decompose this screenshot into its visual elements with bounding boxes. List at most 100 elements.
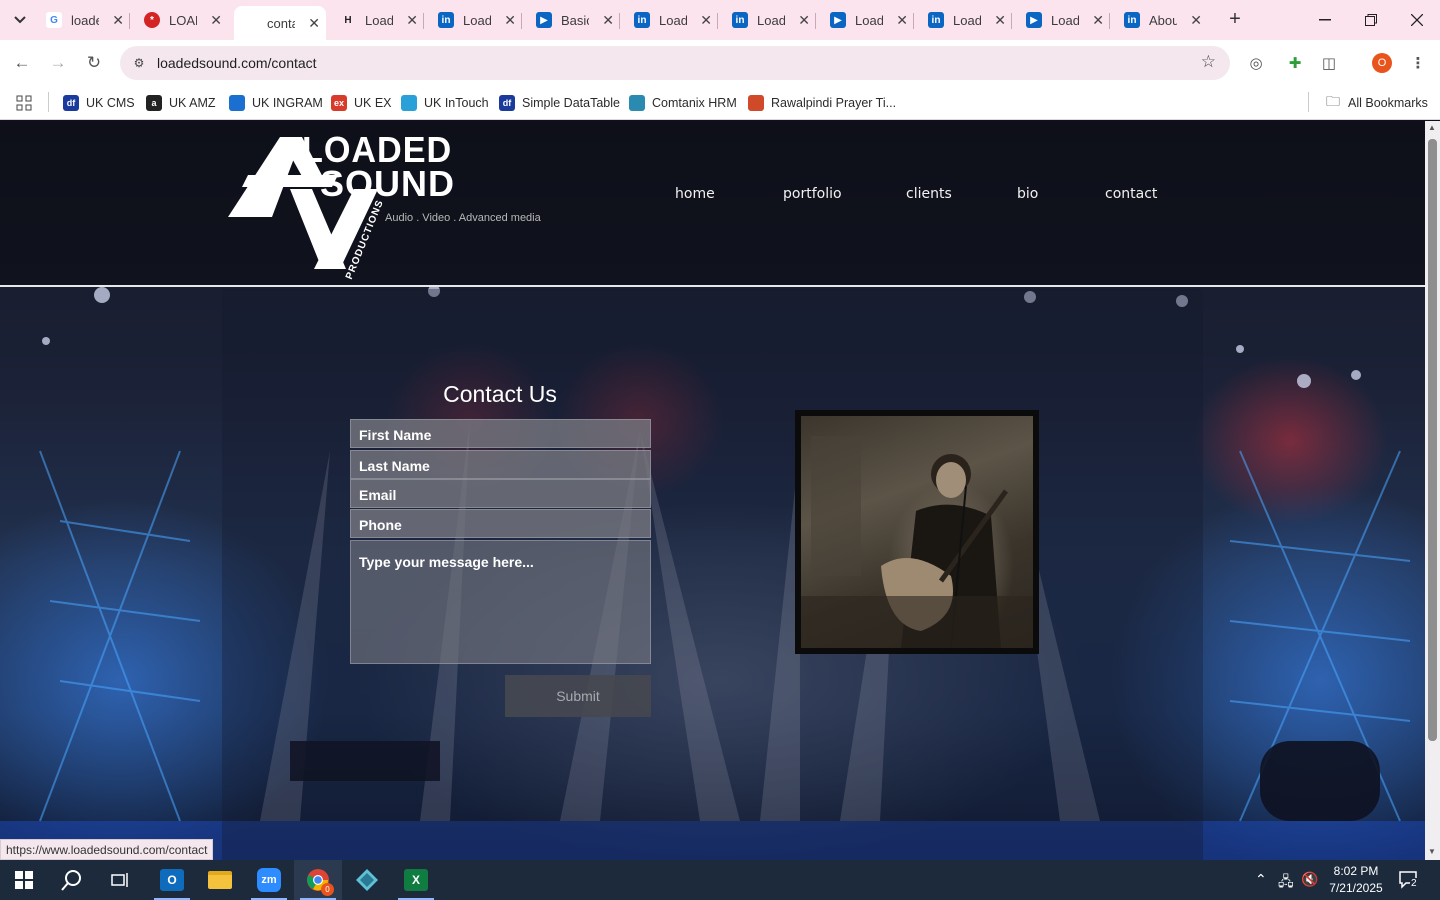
clock-time: 8:02 PM (1333, 864, 1379, 878)
bookmark-star-icon[interactable]: ☆ (1201, 52, 1216, 72)
close-window-button[interactable] (1394, 0, 1440, 40)
tab-close-icon[interactable]: ✕ (896, 12, 908, 29)
bookmark-item[interactable]: df Simple DataTable (499, 92, 620, 114)
ex-icon: ex (331, 95, 347, 111)
taskbar-app-diamond[interactable] (343, 860, 391, 900)
back-button[interactable]: ← (9, 50, 35, 76)
tab-close-icon[interactable]: ✕ (406, 12, 418, 29)
email-field[interactable]: Email (350, 479, 651, 508)
tab-close-icon[interactable]: ✕ (210, 12, 222, 29)
site-info-icon[interactable]: ⚙ (130, 54, 148, 72)
bookmark-label: UK EX (354, 96, 392, 110)
tab-close-icon[interactable]: ✕ (1190, 12, 1202, 29)
tab-close-icon[interactable]: ✕ (994, 12, 1006, 29)
profile-avatar[interactable]: O (1372, 53, 1392, 73)
browser-tab[interactable]: in Loade ✕ (920, 6, 1012, 34)
tab-title: Loade (1051, 12, 1079, 28)
nav-contact[interactable]: contact (1105, 186, 1157, 202)
logo-tagline: Audio . Video . Advanced media (385, 212, 541, 224)
web-page: LOADED SOUND Audio . Video . Advanced me… (0, 121, 1425, 860)
tab-separator (815, 13, 816, 29)
taskbar-chrome[interactable]: 0 (294, 860, 342, 900)
tab-close-icon[interactable]: ✕ (602, 12, 614, 29)
bookmark-item[interactable]: Rawalpindi Prayer Ti... (748, 92, 896, 114)
translate-icon[interactable]: ◎ (1245, 52, 1267, 74)
notifications-button[interactable]: 2 (1398, 869, 1418, 892)
first-name-field[interactable]: First Name (350, 419, 651, 448)
bookmark-item[interactable]: Comtanix HRM (629, 92, 737, 114)
nav-clients[interactable]: clients (906, 186, 952, 202)
phone-field[interactable]: Phone (350, 509, 651, 538)
minimize-button[interactable] (1302, 0, 1348, 40)
browser-tab[interactable]: ▶ Basic ✕ (528, 6, 620, 34)
browser-tab[interactable]: in Loade ✕ (430, 6, 522, 34)
scroll-up-icon[interactable]: ▲ (1428, 123, 1436, 132)
scrollbar-thumb[interactable] (1428, 139, 1437, 741)
excel-icon: X (404, 869, 428, 891)
chevron-down-icon (14, 16, 26, 24)
browser-tab[interactable]: in Abou ✕ (1116, 6, 1208, 34)
browser-tab[interactable]: in Loade ✕ (724, 6, 816, 34)
page-scrollbar[interactable]: ▲ ▼ (1425, 121, 1440, 860)
last-name-field[interactable]: Last Name (350, 450, 651, 479)
address-url[interactable]: loadedsound.com/contact (157, 55, 317, 71)
taskbar-file-explorer[interactable] (196, 860, 244, 900)
message-textarea[interactable]: Type your message here... (350, 540, 651, 664)
start-button[interactable] (0, 860, 48, 900)
chrome-badge: 0 (321, 883, 334, 896)
taskbar-clock[interactable]: 8:02 PM 7/21/2025 (1318, 863, 1394, 897)
address-bar[interactable]: ⚙ loadedsound.com/contact ☆ (120, 46, 1230, 80)
new-tab-button[interactable]: + (1224, 8, 1246, 30)
tab-separator (1109, 13, 1110, 29)
prayer-icon (748, 95, 764, 111)
bookmarks-bar: df UK CMS a UK AMZ UK INGRAM ex UK EX UK InTouc… (0, 86, 1440, 120)
nav-bio[interactable]: bio (1017, 186, 1038, 202)
taskbar-search[interactable] (48, 860, 96, 900)
browser-tab[interactable]: Gloade ✕ (38, 6, 130, 34)
bookmark-item[interactable]: UK InTouch (401, 92, 489, 114)
forward-button[interactable]: → (45, 50, 71, 76)
nav-portfolio[interactable]: portfolio (783, 186, 842, 202)
submit-button[interactable]: Submit (505, 675, 651, 717)
scroll-down-icon[interactable]: ▼ (1428, 847, 1436, 856)
bookmark-item[interactable]: df UK CMS (63, 92, 135, 114)
apps-grid-icon (16, 95, 32, 111)
reload-button[interactable]: ↻ (81, 50, 107, 76)
tab-close-icon[interactable]: ✕ (112, 12, 124, 29)
tab-search-button[interactable] (6, 7, 34, 33)
notification-count: 2 (1410, 878, 1418, 889)
tab-title: Loade (757, 12, 785, 28)
browser-tab[interactable]: H Loade ✕ (332, 6, 424, 34)
tab-close-icon[interactable]: ✕ (798, 12, 810, 29)
tray-chevron-up-icon[interactable]: ⌃ (1255, 871, 1267, 888)
restore-button[interactable] (1348, 0, 1394, 40)
task-view-button[interactable] (96, 860, 144, 900)
taskbar-zoom[interactable]: zm (245, 860, 293, 900)
browser-tab[interactable]: ▶ Loade ✕ (1018, 6, 1110, 34)
site-logo[interactable]: LOADED SOUND Audio . Video . Advanced me… (228, 127, 558, 281)
browser-tab[interactable]: * LOAD ✕ (136, 6, 228, 34)
tab-close-icon[interactable]: ✕ (700, 12, 712, 29)
tab-close-icon[interactable]: ✕ (504, 12, 516, 29)
taskbar-outlook[interactable]: O (148, 860, 196, 900)
extensions-icon[interactable]: ◫ (1318, 52, 1340, 74)
all-bookmarks[interactable]: 🗀 All Bookmarks (1326, 92, 1428, 114)
volume-muted-icon[interactable]: 🔇 (1301, 871, 1318, 888)
browser-tab[interactable]: ▶ Loade ✕ (822, 6, 914, 34)
extension-puzzle-green-icon[interactable]: ✚ (1284, 52, 1306, 74)
nav-home[interactable]: home (675, 186, 715, 202)
network-icon[interactable]: 🖧 (1278, 871, 1294, 895)
browser-tab[interactable]: in Loade ✕ (626, 6, 718, 34)
menu-kebab-icon[interactable]: ⋮ (1407, 52, 1429, 74)
bookmark-label: Simple DataTable (522, 96, 620, 110)
tab-close-icon[interactable]: ✕ (308, 15, 320, 32)
ingram-icon (229, 95, 245, 111)
tab-close-icon[interactable]: ✕ (1092, 12, 1104, 29)
bookmark-item[interactable]: UK INGRAM (229, 92, 323, 114)
bookmark-item[interactable]: ex UK EX (331, 92, 392, 114)
browser-tab[interactable]: conta ✕ (234, 6, 326, 40)
taskbar-excel[interactable]: X (392, 860, 440, 900)
apps-button[interactable] (16, 92, 32, 114)
bookmark-item[interactable]: a UK AMZ (146, 92, 216, 114)
zoom-icon: zm (257, 868, 281, 892)
